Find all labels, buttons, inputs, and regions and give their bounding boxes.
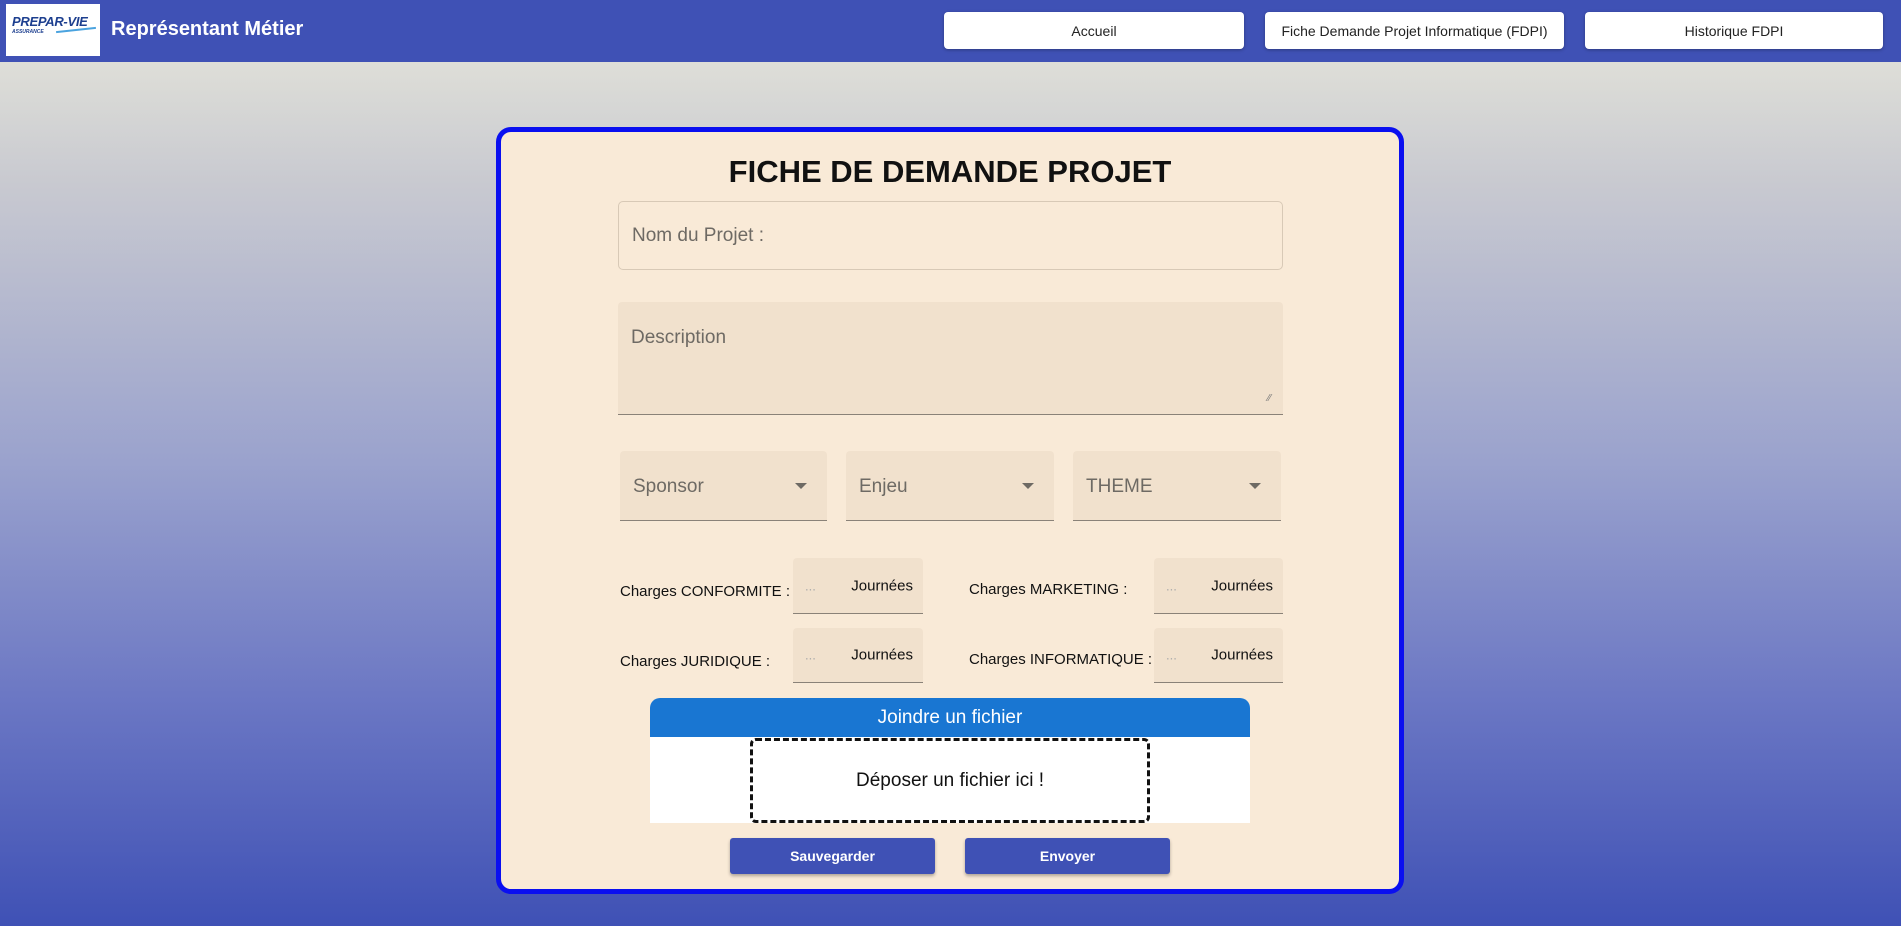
sponsor-select[interactable]: Sponsor [620, 451, 827, 521]
unit-suffix: Journées [851, 577, 913, 594]
unit-suffix: Journées [851, 646, 913, 664]
enjeu-select[interactable]: Enjeu [846, 451, 1054, 521]
placeholder: ... [805, 578, 816, 593]
charges-marketing-input[interactable]: ... Journées [1154, 558, 1283, 614]
charges-juridique-input[interactable]: ... Journées [793, 628, 923, 683]
company-logo: PREPAR-VIE ASSURANCE [6, 4, 100, 56]
dropdown-arrow-icon [1249, 482, 1261, 489]
theme-select[interactable]: THEME [1073, 451, 1281, 521]
charges-informatique-input[interactable]: ... Journées [1154, 628, 1283, 683]
description-label: Description [631, 327, 727, 348]
project-request-form: FICHE DE DEMANDE PROJET Nom du Projet : … [496, 127, 1404, 894]
sponsor-select-label: Sponsor [633, 476, 704, 497]
attach-title: Joindre un fichier [650, 698, 1250, 737]
project-name-label: Nom du Projet : [632, 225, 764, 246]
charges-marketing-label: Charges MARKETING : [969, 581, 1128, 598]
nav-fdpi-button[interactable]: Fiche Demande Projet Informatique (FDPI) [1265, 12, 1564, 49]
nav-historique-button[interactable]: Historique FDPI [1585, 12, 1883, 49]
charges-informatique-label: Charges INFORMATIQUE : [969, 651, 1153, 668]
placeholder: ... [805, 647, 816, 663]
save-button[interactable]: Sauvegarder [730, 838, 935, 874]
enjeu-select-label: Enjeu [859, 476, 908, 497]
app-title: Représentant Métier [111, 18, 304, 40]
charges-conformite-label: Charges CONFORMITE : [620, 583, 791, 600]
logo-text: PREPAR-VIE [12, 14, 88, 29]
top-app-bar: PREPAR-VIE ASSURANCE Représentant Métier… [0, 0, 1901, 62]
resize-handle-icon[interactable]: ⁄⁄ [1268, 393, 1271, 404]
theme-select-label: THEME [1086, 476, 1153, 497]
placeholder: ... [1166, 647, 1177, 663]
project-name-input[interactable]: Nom du Projet : [618, 201, 1283, 270]
form-title: FICHE DE DEMANDE PROJET [728, 154, 1172, 189]
description-textarea[interactable]: Description ⁄⁄ [618, 302, 1283, 415]
dropdown-arrow-icon [1022, 482, 1034, 489]
placeholder: ... [1166, 578, 1177, 593]
send-button[interactable]: Envoyer [965, 838, 1170, 874]
unit-suffix: Journées [1211, 577, 1273, 594]
file-drop-zone[interactable]: Déposer un fichier ici ! [750, 738, 1150, 823]
charges-conformite-input[interactable]: ... Journées [793, 558, 923, 614]
charges-juridique-label: Charges JURIDIQUE : [620, 653, 771, 670]
unit-suffix: Journées [1211, 646, 1273, 664]
nav-accueil-button[interactable]: Accueil [944, 12, 1244, 49]
dropdown-arrow-icon [795, 482, 807, 489]
file-attachment-panel: Joindre un fichier Déposer un fichier ic… [650, 698, 1250, 823]
